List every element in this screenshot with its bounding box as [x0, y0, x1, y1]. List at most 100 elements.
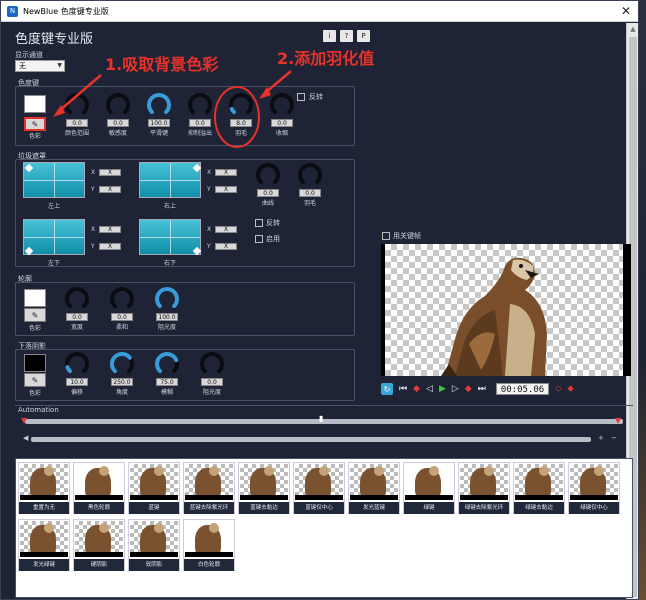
knob-dial[interactable] — [64, 351, 90, 377]
invert-checkbox[interactable] — [297, 93, 305, 101]
knob-dial[interactable] — [154, 351, 180, 377]
outline-eyedropper-icon[interactable]: ✎ — [24, 308, 46, 322]
corner-x-field[interactable]: X — [99, 169, 121, 176]
corner-y-field[interactable]: X — [215, 186, 237, 193]
eyedropper-icon[interactable]: ✎ — [24, 117, 46, 131]
knob-dial[interactable] — [109, 286, 135, 312]
preset-item[interactable]: 发光蓝键 — [348, 462, 400, 514]
zoom-out-icon[interactable]: − — [611, 434, 617, 442]
knob-dial[interactable] — [146, 92, 172, 118]
preset-label: 黑色轮廓 — [74, 502, 124, 514]
knob-dial[interactable] — [255, 162, 281, 188]
knob-dial[interactable] — [105, 92, 131, 118]
preset-item[interactable]: 绿键去黏边 — [513, 462, 565, 514]
step-back-icon[interactable]: ◁ — [426, 384, 433, 394]
preset-item[interactable]: 绿键 — [403, 462, 455, 514]
preset-item[interactable]: 蓝键 — [128, 462, 180, 514]
knob-dial[interactable] — [228, 92, 254, 118]
start-keyframe-icon[interactable]: ▼ — [21, 416, 27, 425]
end-keyframe-icon[interactable]: ▼ — [615, 416, 621, 425]
key-color-swatch[interactable] — [24, 95, 46, 113]
corner-handle[interactable] — [24, 163, 34, 173]
knob-dial[interactable] — [297, 162, 323, 188]
corner-y-field[interactable]: X — [215, 243, 237, 250]
add-keyframe-icon[interactable]: ⬥ — [568, 384, 574, 394]
knob-value[interactable]: 0.0 — [299, 189, 321, 197]
shadow-color-label: 色彩 — [28, 390, 41, 397]
corner-x-field[interactable]: X — [99, 226, 121, 233]
knob-dial[interactable] — [64, 92, 90, 118]
play-icon[interactable]: ▶ — [439, 384, 446, 394]
preset-item[interactable]: 白色轮廓 — [183, 519, 235, 571]
knob-value[interactable]: 0.0 — [201, 378, 223, 386]
outline-color-swatch[interactable] — [24, 289, 46, 307]
knob-value[interactable]: 250.0 — [111, 378, 133, 386]
knob-value[interactable]: 100.0 — [156, 313, 178, 321]
playhead-icon[interactable]: ▮ — [319, 414, 323, 423]
knob-value[interactable]: 100.0 — [148, 119, 170, 127]
knob-label: 平滑键 — [149, 130, 168, 137]
knob-value[interactable]: 0.0 — [107, 119, 129, 127]
use-keyframes-checkbox[interactable] — [382, 232, 390, 240]
knob-value[interactable]: 0.0 — [66, 313, 88, 321]
corner-handle[interactable] — [192, 246, 202, 256]
preset-item[interactable]: 绿键仅中心 — [568, 462, 620, 514]
preset-item[interactable]: 发光绿键 — [18, 519, 70, 571]
preset-item[interactable]: 绿键去除紫光环 — [458, 462, 510, 514]
knob-dial[interactable] — [154, 286, 180, 312]
corner-pad[interactable] — [139, 219, 202, 256]
preset-item[interactable]: 软阴影 — [128, 519, 180, 571]
matte-invert-checkbox[interactable] — [255, 219, 263, 227]
knob-value[interactable]: 0.0 — [257, 189, 279, 197]
shadow-eyedropper-icon[interactable]: ✎ — [24, 373, 46, 387]
corner-pad[interactable] — [23, 162, 85, 198]
remove-keyframe-icon[interactable]: ⬦ — [555, 384, 561, 394]
zoom-track[interactable] — [31, 437, 591, 442]
knob-dial[interactable] — [64, 286, 90, 312]
help-button[interactable]: ? — [340, 30, 353, 42]
preset-item[interactable]: 蓝键仅中心 — [293, 462, 345, 514]
knob-value[interactable]: 75.0 — [156, 378, 178, 386]
preset-item[interactable]: 重置为无 — [18, 462, 70, 514]
go-to-end-icon[interactable]: ⏭ — [478, 384, 486, 394]
knob-value[interactable]: 8.0 — [230, 119, 252, 127]
loop-icon[interactable]: ↻ — [381, 383, 393, 395]
step-forward-icon[interactable]: ▷ — [452, 384, 459, 394]
knob-value[interactable]: 10.0 — [66, 378, 88, 386]
knob-dial[interactable] — [187, 92, 213, 118]
info-button[interactable]: i — [323, 30, 336, 42]
key-color-label: 色彩 — [28, 133, 41, 140]
knob-value[interactable]: 0.0 — [111, 313, 133, 321]
knob-dial[interactable] — [199, 351, 225, 377]
shadow-color-swatch[interactable] — [24, 354, 46, 372]
corner-x-field[interactable]: X — [215, 169, 237, 176]
corner-y-field[interactable]: X — [99, 243, 121, 250]
go-to-start-icon[interactable]: ⏮ — [399, 384, 407, 394]
display-channel-select[interactable]: 无 ▼ — [15, 60, 65, 72]
knob-value[interactable]: 0.0 — [189, 119, 211, 127]
scroll-up-icon[interactable]: ▲ — [627, 23, 639, 35]
corner-handle[interactable] — [24, 246, 34, 256]
keyframe-track[interactable] — [25, 419, 623, 424]
knob-value[interactable]: 0.0 — [66, 119, 88, 127]
close-icon[interactable]: ✕ — [618, 3, 634, 19]
corner-pad[interactable] — [139, 162, 202, 198]
knob-dial[interactable] — [109, 351, 135, 377]
preset-item[interactable]: 硬阴影 — [73, 519, 125, 571]
corner-handle[interactable] — [192, 163, 202, 173]
preset-item[interactable]: 黑色轮廓 — [73, 462, 125, 514]
prev-keyframe-icon[interactable]: ◆ — [413, 384, 420, 394]
zoom-left-icon[interactable]: ◀ — [23, 434, 28, 442]
next-keyframe-icon[interactable]: ◆ — [465, 384, 472, 394]
timecode-display[interactable]: 00:05.06 — [495, 383, 550, 395]
preset-button[interactable]: P — [357, 30, 370, 42]
preset-item[interactable]: 蓝键去除紫光环 — [183, 462, 235, 514]
corner-x-field[interactable]: X — [215, 226, 237, 233]
knob-value[interactable]: 0.0 — [271, 119, 293, 127]
preset-item[interactable]: 蓝键去黏边 — [238, 462, 290, 514]
matte-enable-checkbox[interactable] — [255, 235, 263, 243]
corner-pad[interactable] — [23, 219, 85, 256]
zoom-in-icon[interactable]: + — [598, 434, 604, 442]
corner-y-field[interactable]: X — [99, 186, 121, 193]
knob-dial[interactable] — [269, 92, 295, 118]
